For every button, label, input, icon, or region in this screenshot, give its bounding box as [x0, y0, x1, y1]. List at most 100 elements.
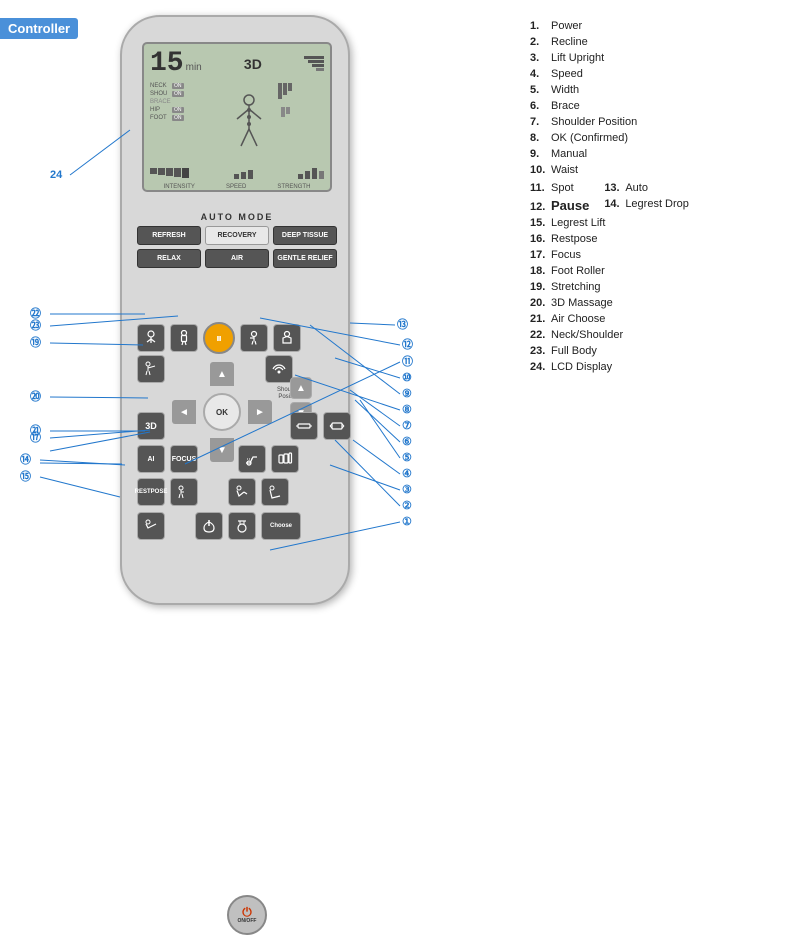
svg-text:⑲: ⑲: [30, 335, 41, 349]
auto-btn-recovery[interactable]: RECOVERY: [205, 226, 269, 245]
svg-text:③: ③: [402, 484, 412, 496]
list-item-18: 18. Foot Roller: [530, 265, 689, 277]
svg-text:⑭: ⑭: [20, 452, 31, 466]
svg-text:⑤: ⑤: [402, 452, 412, 464]
legrest-lift-2-btn[interactable]: [137, 512, 165, 540]
list-item-21: 21. Air Choose: [530, 313, 689, 325]
svg-text:①: ①: [402, 516, 412, 528]
list-row-11-12: 11. Spot 12. Pause 13. Auto: [530, 182, 689, 213]
list-item-1: 1. Power: [530, 20, 689, 32]
restpose-btn[interactable]: RESTPOSE: [137, 478, 165, 506]
list-item-24: 24. LCD Display: [530, 361, 689, 373]
icon-row-6: Choose: [137, 512, 301, 540]
list-item-15: 15. Legrest Lift: [530, 217, 689, 229]
list-item-2: 2. Recline: [530, 36, 689, 48]
icon-row-5: RESTPOSE: [137, 478, 289, 506]
auto-btn-air[interactable]: AIR: [205, 249, 269, 268]
choose-btn[interactable]: Choose: [261, 512, 301, 540]
recline-btn[interactable]: [238, 445, 266, 473]
page-container: Controller 15 min 3D: [0, 0, 800, 631]
svg-text:⑬: ⑬: [397, 317, 408, 331]
icon-row-1: ⏸: [137, 322, 301, 354]
list-item-6: 6. Brace: [530, 100, 689, 112]
dpad-up[interactable]: ▲: [210, 362, 234, 386]
right-panel: 1. Power 2. Recline 3. Lift Upright 4. S…: [520, 0, 800, 631]
list-col-13-14: 13. Auto 14. Legrest Drop: [604, 182, 689, 213]
lcd-left-controls: NECK ON SHOU ON BRACE HIP: [150, 83, 220, 164]
svg-text:④: ④: [402, 468, 412, 480]
air-choose-btn[interactable]: AI: [137, 445, 165, 473]
svg-text:②: ②: [402, 500, 412, 512]
lcd-unit: min: [186, 62, 202, 73]
neck-shoulder-btn[interactable]: [137, 324, 165, 352]
foot-roller-btn[interactable]: [228, 512, 256, 540]
list-item-10: 10. Waist: [530, 164, 689, 176]
list-item-19: 19. Stretching: [530, 281, 689, 293]
list-col-left: 1. Power 2. Recline 3. Lift Upright 4. S…: [530, 20, 689, 373]
icon-row-3: 3D: [137, 412, 351, 440]
power-btn[interactable]: [195, 512, 223, 540]
lcd-screen: 15 min 3D NECK: [142, 42, 332, 192]
list-item-23: 23. Full Body: [530, 345, 689, 357]
svg-text:⑧: ⑧: [402, 404, 412, 416]
svg-text:㉒: ㉒: [30, 306, 41, 320]
focus-btn[interactable]: FOCUS: [170, 445, 198, 473]
spot-btn[interactable]: [170, 478, 198, 506]
list-item-8: 8. OK (Confirmed): [530, 132, 689, 144]
svg-text:⑪: ⑪: [402, 354, 413, 368]
brace-btn[interactable]: [290, 412, 318, 440]
svg-text:⑮: ⑮: [20, 469, 31, 483]
list-item-22: 22. Neck/Shoulder: [530, 329, 689, 341]
svg-text:⑨: ⑨: [402, 388, 412, 400]
icon-row-4: AI FOCUS ⏻ ON/OFF: [137, 445, 299, 473]
lcd-right-bars: [278, 83, 292, 164]
list-item-5: 5. Width: [530, 84, 689, 96]
svg-text:⑦: ⑦: [402, 420, 412, 432]
svg-text:⑫: ⑫: [402, 337, 413, 351]
auto-btn-deep-tissue[interactable]: DEEP TISSUE: [273, 226, 337, 245]
pause-btn[interactable]: ⏸: [203, 322, 235, 354]
speed-btn[interactable]: [271, 445, 299, 473]
legrest-lift-btn[interactable]: [273, 324, 301, 352]
manual-btn[interactable]: [240, 324, 268, 352]
lcd-body-figure: [224, 83, 274, 164]
width-btn[interactable]: [323, 412, 351, 440]
lcd-number: 15: [150, 48, 184, 79]
list-item-9: 9. Manual: [530, 148, 689, 160]
list-item-12: 12. Pause: [530, 198, 589, 213]
legrest-drop-btn[interactable]: [261, 478, 289, 506]
list-item-17: 17. Focus: [530, 249, 689, 261]
auto-mode-section: AUTO MODE REFRESH RECOVERY DEEP TISSUE R…: [137, 212, 337, 268]
list-item-7: 7. Shoulder Position: [530, 116, 689, 128]
auto-btn-relax[interactable]: RELAX: [137, 249, 201, 268]
numbered-list: 1. Power 2. Recline 3. Lift Upright 4. S…: [530, 20, 790, 373]
auto-btn-gentle-relief[interactable]: GENTLE RELIEF: [273, 249, 337, 268]
remote-body: 15 min 3D NECK: [120, 15, 350, 605]
auto-btn-refresh[interactable]: REFRESH: [137, 226, 201, 245]
list-item-16: 16. Restpose: [530, 233, 689, 245]
list-col-11: 11. Spot 12. Pause: [530, 182, 589, 213]
onoff-btn[interactable]: ⏻ ON/OFF: [227, 895, 267, 935]
controller-label: Controller: [0, 18, 78, 39]
svg-text:㉓: ㉓: [30, 318, 41, 332]
lcd-3d: 3D: [244, 56, 262, 72]
list-item-14: 14. Legrest Drop: [604, 198, 689, 210]
svg-text:⑥: ⑥: [402, 436, 412, 448]
svg-text:⑳: ⑳: [30, 389, 41, 403]
svg-text:⑩: ⑩: [402, 372, 412, 384]
auto-mode-label: AUTO MODE: [137, 212, 337, 222]
auto-buttons-grid: REFRESH RECOVERY DEEP TISSUE RELAX AIR G…: [137, 226, 337, 268]
list-item-13: 13. Auto: [604, 182, 689, 194]
lift-upright-btn[interactable]: [228, 478, 256, 506]
list-item-4: 4. Speed: [530, 68, 689, 80]
list-item-11: 11. Spot: [530, 182, 589, 194]
left-panel: Controller 15 min 3D: [0, 0, 520, 631]
3d-massage-btn[interactable]: 3D: [137, 412, 165, 440]
list-item-3: 3. Lift Upright: [530, 52, 689, 64]
svg-text:㉑: ㉑: [30, 423, 41, 437]
svg-text:⑰: ⑰: [30, 430, 41, 444]
shoulder-up-btn[interactable]: ▲: [290, 377, 312, 399]
full-body-btn[interactable]: [170, 324, 198, 352]
stretching-btn[interactable]: [137, 355, 165, 383]
lcd-bottom-labels: INTENSITY SPEED STRENGTH: [144, 181, 330, 190]
